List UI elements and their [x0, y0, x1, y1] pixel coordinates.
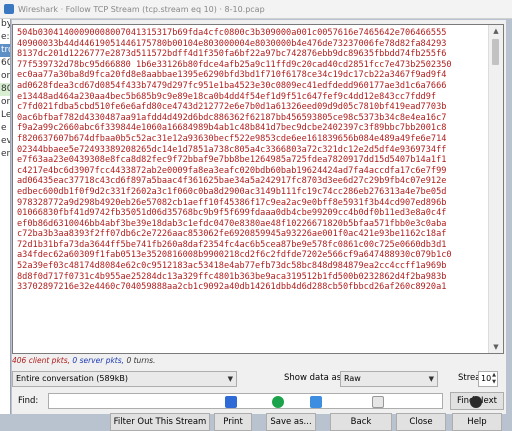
- stream-text-area[interactable]: 504b03041400090008007041315317b69fda4cfc…: [12, 24, 504, 354]
- stream-line: 33702897216e32e4460c704059888aa2cb1c9092…: [17, 282, 447, 293]
- follow-tcp-stream-dialog: Wireshark · Follow TCP Stream (tcp.strea…: [0, 0, 512, 431]
- scroll-up-icon[interactable]: ▲: [489, 25, 503, 37]
- taskbar-app-icon[interactable]: [225, 396, 237, 408]
- chevron-down-icon: ▼: [428, 375, 434, 383]
- scroll-down-icon[interactable]: ▼: [489, 341, 503, 353]
- save-as-button[interactable]: Save as...: [266, 413, 316, 431]
- stream-line: 72d1b31bfa73da3644ff5be741fb260a8daf2354…: [17, 239, 447, 250]
- show-data-as-select[interactable]: Raw ▼: [340, 371, 438, 387]
- stream-line: 8d8f0d717f0731c4b955ae25284dc13a329ffc48…: [17, 271, 447, 282]
- wireshark-icon: [4, 4, 14, 14]
- stream-line: ad06435eac37718c43cd6f897a5baac4f361625b…: [17, 176, 447, 187]
- stream-line: 978328772a9d298b4920eb26e57082cb1aeff10f…: [17, 197, 447, 208]
- stream-line: e7f63aa23e0439308e8fca8d82fec9f72bbaf9e7…: [17, 155, 447, 166]
- help-button[interactable]: Help: [452, 413, 502, 431]
- conversation-select-value: Entire conversation (589kB): [16, 374, 128, 383]
- stream-line: 52a39ef03c48174d8084e62c0c9512183ac53418…: [17, 261, 447, 272]
- stream-line: c4217e4bc6d3907fcc4433872ab2e0009fa8ea3e…: [17, 165, 447, 176]
- stream-line: c7fd021fdba5cbd510fe6e6afd80ce4743d21277…: [17, 102, 447, 113]
- client-pkts: 406 client pkts,: [12, 356, 71, 365]
- stream-line: e13448ad464a230aa4bec5b685b9c9e89e18ca0b…: [17, 91, 437, 102]
- stream-line: edbec600db1f0f9d2c331f2602a3c1f060c0ba8d…: [17, 186, 447, 197]
- stream-line: 77f539732d78bc95d66880 1b6e33126b80fdce4…: [17, 59, 452, 70]
- stream-line: 02344bbaee5e72493389208265dc14e1d7851a73…: [17, 144, 447, 155]
- stream-line: ad0628fdea3cd67d0854f433b7479d297fc951e1…: [17, 80, 447, 91]
- close-button[interactable]: Close: [396, 413, 446, 431]
- print-button[interactable]: Print: [214, 413, 252, 431]
- stream-content[interactable]: 504b03041400090008007041315317b69fda4cfc…: [17, 28, 485, 352]
- stream-line: f9a2a99c2660abc6f339844e1060a16684989b4a…: [17, 123, 447, 134]
- dialog-content: 504b03041400090008007041315317b69fda4cfc…: [12, 20, 506, 431]
- title-bar[interactable]: Wireshark · Follow TCP Stream (tcp.strea…: [0, 0, 512, 19]
- stream-line: f820637607b674dfbaa0b5c52ac31e12a93630be…: [17, 133, 447, 144]
- stream-line: 8137dc201d1226777e2873d511572bdff4d1f350…: [17, 49, 447, 60]
- stream-number-stepper[interactable]: 10 ▲ ▼: [478, 371, 498, 387]
- stream-line: 01066830fbf41d9742fb35051d06d35768bc9b9f…: [17, 208, 447, 219]
- turns-count: 0 turns.: [126, 356, 156, 365]
- taskbar-app-icon[interactable]: [470, 396, 482, 408]
- stream-line: c72ba3b3aa8393f2ff07db6c2e7226aac853062f…: [17, 229, 447, 240]
- conversation-select[interactable]: Entire conversation (589kB) ▼: [12, 371, 237, 387]
- stream-line: 0ac6bfbaf782d4330487aa91afdd4d492d6bdc88…: [17, 112, 447, 123]
- show-data-as-value: Raw: [344, 374, 361, 383]
- taskbar-app-icon[interactable]: [310, 396, 322, 408]
- chevron-down-icon: ▼: [227, 375, 233, 383]
- taskbar-app-icon[interactable]: [372, 396, 384, 408]
- server-pkts: 0 server pkts,: [72, 356, 125, 365]
- chat-app-icon[interactable]: [272, 396, 284, 408]
- stream-line: ec0aa77a30ba8d9fca20fd8e8aabbae1395e6290…: [17, 70, 447, 81]
- show-data-as-label: Show data as: [284, 373, 342, 383]
- filter-out-stream-button[interactable]: Filter Out This Stream: [110, 413, 210, 431]
- vertical-scrollbar[interactable]: ▲ ▼: [488, 25, 503, 353]
- spin-arrows-icon[interactable]: ▲ ▼: [492, 372, 496, 386]
- stream-line: ef0b86d6310046bb4abf3be39e18dab3c1efdc04…: [17, 218, 447, 229]
- stream-line: 504b03041400090008007041315317b69fda4cfc…: [17, 28, 447, 38]
- packet-stats: 406 client pkts, 0 server pkts, 0 turns.: [12, 356, 155, 365]
- stream-line: a34fdec62a60309f1fab0513e3520816008b9900…: [17, 250, 452, 261]
- find-label: Find:: [18, 396, 39, 406]
- scroll-thumb[interactable]: [492, 39, 499, 65]
- back-button[interactable]: Back: [330, 413, 392, 431]
- stream-line: 40900033b44d44619051446175780b00104e8030…: [17, 38, 447, 49]
- window-title: Wireshark · Follow TCP Stream (tcp.strea…: [18, 4, 265, 14]
- stream-number-value: 10: [481, 374, 492, 383]
